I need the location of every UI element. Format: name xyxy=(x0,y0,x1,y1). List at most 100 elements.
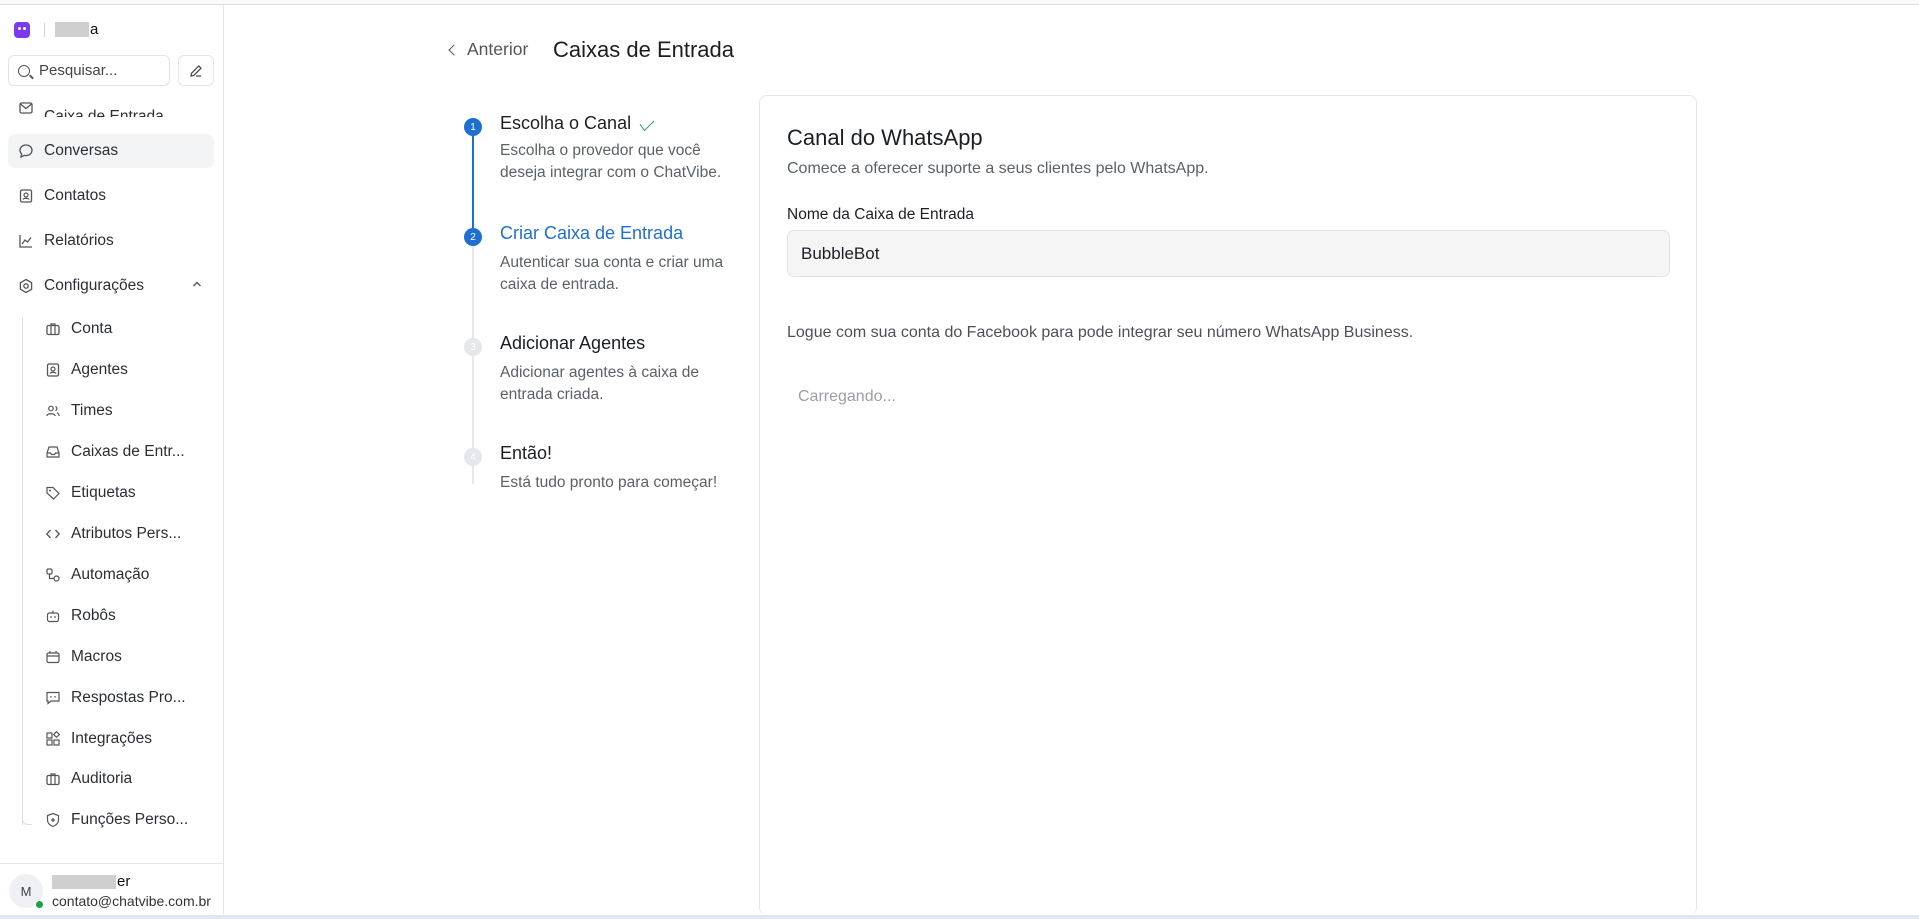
team-icon xyxy=(44,402,62,420)
sidebar-item-integracoes[interactable]: Integrações xyxy=(38,722,216,756)
subnav-guide-corner xyxy=(22,817,32,825)
agent-icon xyxy=(44,361,62,379)
sidebar-item-label: Caixa de Entrada xyxy=(44,108,164,117)
page-title: Caixas de Entrada xyxy=(553,37,734,62)
sidebar-item-label: Agentes xyxy=(71,361,128,378)
macro-icon xyxy=(44,648,62,666)
profile-name-text: er xyxy=(117,873,131,890)
search-icon xyxy=(18,64,30,77)
sidebar-item-label: Contatos xyxy=(44,187,107,204)
sidebar-item-funcoes[interactable]: Funções Perso... xyxy=(38,803,216,837)
sidebar-item-respostas[interactable]: Respostas Pro... xyxy=(38,681,216,715)
profile-section[interactable]: M er contato@chatvibe.com.br xyxy=(0,863,223,915)
sidebar-item-label: Relatórios xyxy=(44,232,114,249)
sidebar-item-label: Macros xyxy=(71,648,122,665)
compose-button[interactable] xyxy=(178,55,214,86)
sidebar-item-label: Caixas de Entr... xyxy=(71,443,185,460)
subnav-guide-line xyxy=(22,317,23,825)
sidebar-item-conversas[interactable]: Conversas xyxy=(8,134,214,168)
sidebar-item-robos[interactable]: Robôs xyxy=(38,599,216,633)
code-icon xyxy=(44,525,62,543)
card-subtitle: Comece a oferecer suporte a seus cliente… xyxy=(787,160,1209,177)
sidebar-item-configuracoes[interactable]: Configurações xyxy=(8,269,214,303)
sidebar-item-label: Atributos Pers... xyxy=(71,525,182,542)
brand[interactable]: a xyxy=(14,21,98,38)
sidebar-item-label: Integrações xyxy=(71,730,152,747)
shield-icon xyxy=(44,811,62,829)
sidebar-item-label: Etiquetas xyxy=(71,484,136,501)
search-box[interactable] xyxy=(8,55,170,86)
contacts-icon xyxy=(17,187,35,205)
sidebar-item-label: Times xyxy=(71,402,113,419)
sidebar-item-contatos[interactable]: Contatos xyxy=(8,179,214,213)
step-3-title: Adicionar Agentes xyxy=(500,333,646,353)
profile-name: er xyxy=(52,873,130,890)
step-2-description: Autenticar sua conta e criar uma caixa d… xyxy=(500,254,724,293)
inbox-name-input[interactable] xyxy=(787,230,1670,277)
sidebar-item-label: Funções Perso... xyxy=(71,811,189,828)
sidebar-item-atributos[interactable]: Atributos Pers... xyxy=(38,517,216,551)
canned-response-icon xyxy=(44,689,62,707)
step-1-indicator: 1 xyxy=(464,118,482,136)
step-1-description: Escolha o provedor que você deseja integ… xyxy=(500,142,722,181)
sidebar-item-times[interactable]: Times xyxy=(38,394,216,428)
sidebar-item-label: Conta xyxy=(71,320,113,337)
sidebar-item-caixas[interactable]: Caixas de Entr... xyxy=(38,435,216,469)
inbox-name-label: Nome da Caixa de Entrada xyxy=(787,206,974,223)
step-2-indicator: 2 xyxy=(464,228,482,246)
window-top-border xyxy=(0,0,1919,5)
step-connector xyxy=(472,464,474,484)
sidebar-item-conta[interactable]: Conta xyxy=(38,312,216,346)
step-connector xyxy=(472,134,474,237)
sidebar-item-automacao[interactable]: Automação xyxy=(38,558,216,592)
step-1-title: Escolha o Canal xyxy=(500,113,655,134)
facebook-login-info: Logue com sua conta do Facebook para pod… xyxy=(787,324,1414,341)
sidebar-item-label: Configurações xyxy=(44,277,144,294)
audit-icon xyxy=(44,770,62,788)
sidebar-item-label: Automação xyxy=(71,566,150,583)
step-title-text: Escolha o Canal xyxy=(500,113,632,133)
mail-icon xyxy=(17,99,35,117)
step-4-indicator: 4 xyxy=(464,448,482,466)
step-3-indicator: 3 xyxy=(464,338,482,356)
brand-divider xyxy=(44,22,45,37)
sidebar-item-auditoria[interactable]: Auditoria xyxy=(38,762,216,796)
settings-icon xyxy=(17,277,35,295)
account-name: a xyxy=(55,21,98,38)
profile-email: contato@chatvibe.com.br xyxy=(52,893,211,909)
chat-icon xyxy=(17,142,35,160)
redacted-block xyxy=(52,874,116,889)
step-connector xyxy=(472,354,474,454)
sidebar: a Caixa de Entrada Conversas Contatos Re… xyxy=(0,5,224,915)
window-bottom-border xyxy=(0,915,1919,919)
sidebar-item-label: Robôs xyxy=(71,607,116,624)
tag-icon xyxy=(44,484,62,502)
check-icon xyxy=(639,114,655,131)
brand-logo-icon xyxy=(14,21,30,38)
automation-icon xyxy=(44,566,62,584)
chart-icon xyxy=(17,232,35,250)
step-2-title: Criar Caixa de Entrada xyxy=(500,223,684,243)
bot-icon xyxy=(44,607,62,625)
sidebar-item-relatorios[interactable]: Relatórios xyxy=(8,224,214,258)
chevron-up-icon[interactable] xyxy=(192,280,202,288)
account-name-text: a xyxy=(90,21,99,38)
sidebar-item-label: Auditoria xyxy=(71,770,133,787)
briefcase-icon xyxy=(44,320,62,338)
sidebar-item-macros[interactable]: Macros xyxy=(38,640,216,674)
back-label: Anterior xyxy=(467,39,529,59)
chevron-left-icon xyxy=(448,44,460,56)
step-3-description: Adicionar agentes à caixa de entrada cri… xyxy=(500,364,700,403)
search-input[interactable] xyxy=(39,62,159,79)
step-connector xyxy=(472,244,474,344)
sidebar-item-agentes[interactable]: Agentes xyxy=(38,353,216,387)
sidebar-item-etiquetas[interactable]: Etiquetas xyxy=(38,476,216,510)
pencil-icon xyxy=(190,64,202,77)
back-button[interactable]: Anterior xyxy=(448,39,529,60)
integrations-icon xyxy=(44,730,62,748)
card-title: Canal do WhatsApp xyxy=(787,125,983,150)
step-4-title: Então! xyxy=(500,443,553,463)
sidebar-item-label: Conversas xyxy=(44,142,119,159)
sidebar-item-inbox[interactable]: Caixa de Entrada xyxy=(8,97,214,117)
inbox-icon xyxy=(44,443,62,461)
